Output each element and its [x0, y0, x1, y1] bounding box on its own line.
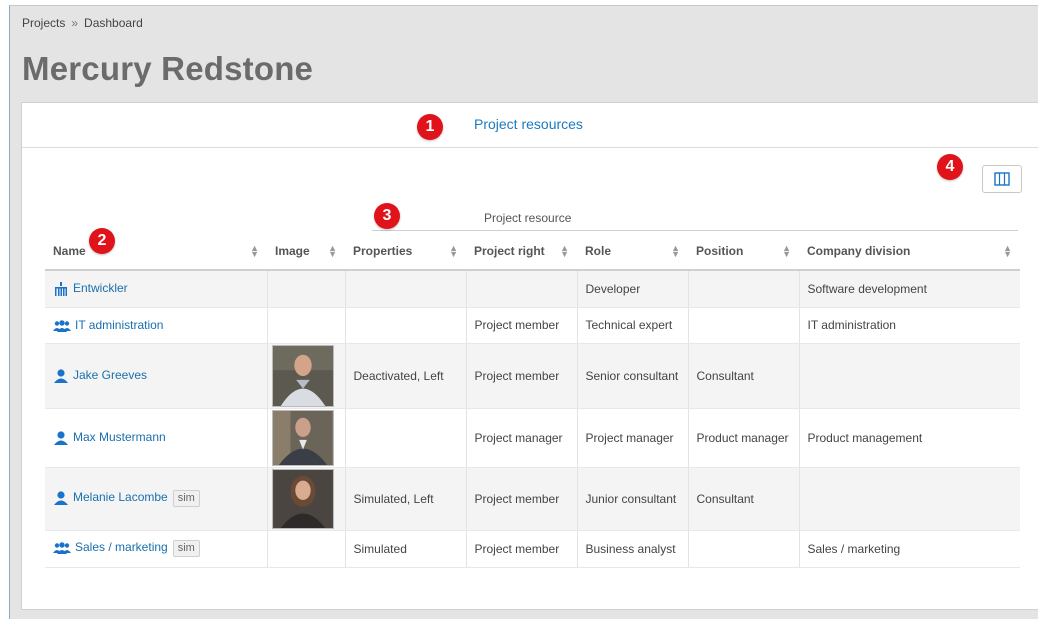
profile-photo: [271, 344, 334, 407]
column-header-project-right[interactable]: Project right ▲ ▼: [466, 233, 577, 271]
cell-image: [267, 530, 346, 568]
resource-name-link[interactable]: IT administration: [75, 318, 163, 332]
callout-badge-4: 4: [937, 154, 963, 180]
column-header-name[interactable]: Name ▲ ▼: [45, 233, 267, 271]
resource-name-link[interactable]: Melanie Lacombe: [73, 490, 168, 504]
cell-role: Junior consultant: [577, 467, 689, 531]
table-row[interactable]: Entwickler Developer Software developmen…: [45, 270, 1020, 308]
person-icon: [54, 369, 68, 383]
breadcrumb: Projects » Dashboard: [22, 16, 143, 30]
simulated-badge: sim: [172, 540, 200, 557]
cell-project-right: Project manager: [466, 408, 578, 468]
cell-properties: [345, 270, 467, 308]
person-icon: [54, 491, 68, 505]
table-row[interactable]: IT administration Project member Technic…: [45, 307, 1020, 344]
cell-role: Technical expert: [577, 307, 689, 344]
cell-name[interactable]: Max Mustermann: [45, 408, 268, 468]
page-title: Mercury Redstone: [22, 50, 314, 87]
cell-properties: Simulated, Left: [345, 467, 467, 531]
table-row[interactable]: Sales / marketing sim Simulated Project m…: [45, 530, 1020, 568]
table-row[interactable]: Max Mustermann Project manager Project m…: [45, 408, 1020, 468]
columns-icon: [994, 172, 1010, 186]
callout-badge-2: 2: [89, 228, 115, 254]
cell-image: [267, 307, 346, 344]
cell-image: [267, 343, 346, 409]
cell-position: [688, 530, 800, 568]
column-chooser-button[interactable]: [982, 165, 1022, 193]
cell-project-right: [466, 270, 578, 308]
sort-icon[interactable]: ▲ ▼: [1003, 244, 1012, 259]
cell-properties: Deactivated, Left: [345, 343, 467, 409]
cell-company-division: Sales / marketing: [799, 530, 1020, 568]
sort-icon[interactable]: ▲ ▼: [560, 244, 569, 259]
cell-name[interactable]: IT administration: [45, 307, 268, 344]
cell-project-right: Project member: [466, 307, 578, 344]
sort-icon[interactable]: ▲ ▼: [449, 244, 458, 259]
breadcrumb-dashboard[interactable]: Dashboard: [84, 16, 143, 30]
caption-divider: [372, 230, 1018, 231]
callout-badge-3: 3: [374, 203, 400, 229]
table-header-row: Name ▲ ▼ Image ▲ ▼ Properties ▲ ▼ Project righ…: [45, 233, 1020, 271]
profile-photo: [271, 468, 334, 529]
cell-properties: Simulated: [345, 530, 467, 568]
cell-image: [267, 408, 346, 468]
cell-role: Business analyst: [577, 530, 689, 568]
profile-photo: [271, 409, 334, 466]
person-icon: [54, 431, 68, 445]
group-icon: [53, 542, 71, 554]
resources-table: Name ▲ ▼ Image ▲ ▼ Properties ▲ ▼ Project righ…: [45, 233, 1020, 568]
cell-position: [688, 307, 800, 344]
cell-name[interactable]: Jake Greeves: [45, 343, 268, 409]
cell-role: Project manager: [577, 408, 689, 468]
cell-name[interactable]: Entwickler: [45, 270, 268, 308]
cell-image: [267, 270, 346, 308]
column-header-image[interactable]: Image ▲ ▼: [267, 233, 345, 271]
org-chart-icon: [55, 282, 67, 297]
cell-image: [267, 467, 346, 531]
resource-name-link[interactable]: Entwickler: [73, 281, 128, 295]
table-row[interactable]: Melanie Lacombe sim Simulated, Left Proje…: [45, 467, 1020, 531]
sort-icon[interactable]: ▲ ▼: [328, 244, 337, 259]
column-header-properties[interactable]: Properties ▲ ▼: [345, 233, 466, 271]
cell-company-division: [799, 467, 1020, 531]
breadcrumb-projects-link[interactable]: Projects: [22, 16, 65, 30]
cell-project-right: Project member: [466, 530, 578, 568]
app-frame: Projects » Dashboard Mercury Redstone Proj…: [9, 5, 1038, 619]
cell-company-division: IT administration: [799, 307, 1020, 344]
resource-name-link[interactable]: Max Mustermann: [73, 430, 166, 444]
cell-position: Consultant: [688, 343, 800, 409]
cell-role: Senior consultant: [577, 343, 689, 409]
column-header-role[interactable]: Role ▲ ▼: [577, 233, 688, 271]
callout-badge-1: 1: [417, 114, 443, 140]
cell-project-right: Project member: [466, 467, 578, 531]
cell-project-right: Project member: [466, 343, 578, 409]
sort-icon[interactable]: ▲ ▼: [250, 244, 259, 259]
column-header-position[interactable]: Position ▲ ▼: [688, 233, 799, 271]
resource-name-link[interactable]: Jake Greeves: [73, 368, 147, 382]
column-header-company-division[interactable]: Company division ▲ ▼: [799, 233, 1020, 271]
cell-role: Developer: [577, 270, 689, 308]
cell-position: Consultant: [688, 467, 800, 531]
tab-bar: Project resources: [22, 103, 1038, 148]
cell-properties: [345, 408, 467, 468]
cell-company-division: [799, 343, 1020, 409]
table-row[interactable]: Jake Greeves Deactivated, Left Project m…: [45, 343, 1020, 409]
cell-name[interactable]: Sales / marketing sim: [45, 530, 268, 568]
simulated-badge: sim: [172, 490, 200, 507]
cell-company-division: Product management: [799, 408, 1020, 468]
cell-company-division: Software development: [799, 270, 1020, 308]
breadcrumb-separator: »: [71, 16, 79, 30]
cell-position: Product manager: [688, 408, 800, 468]
table-group-caption: Project resource: [484, 211, 572, 225]
resources-panel: Project resources Project resource Name ▲…: [21, 102, 1038, 610]
resource-name-link[interactable]: Sales / marketing: [75, 540, 168, 554]
cell-properties: [345, 307, 467, 344]
tab-project-resources[interactable]: Project resources: [474, 116, 583, 132]
group-icon: [53, 320, 71, 332]
cell-name[interactable]: Melanie Lacombe sim: [45, 467, 268, 531]
sort-icon[interactable]: ▲ ▼: [671, 244, 680, 259]
cell-position: [688, 270, 800, 308]
sort-icon[interactable]: ▲ ▼: [782, 244, 791, 259]
